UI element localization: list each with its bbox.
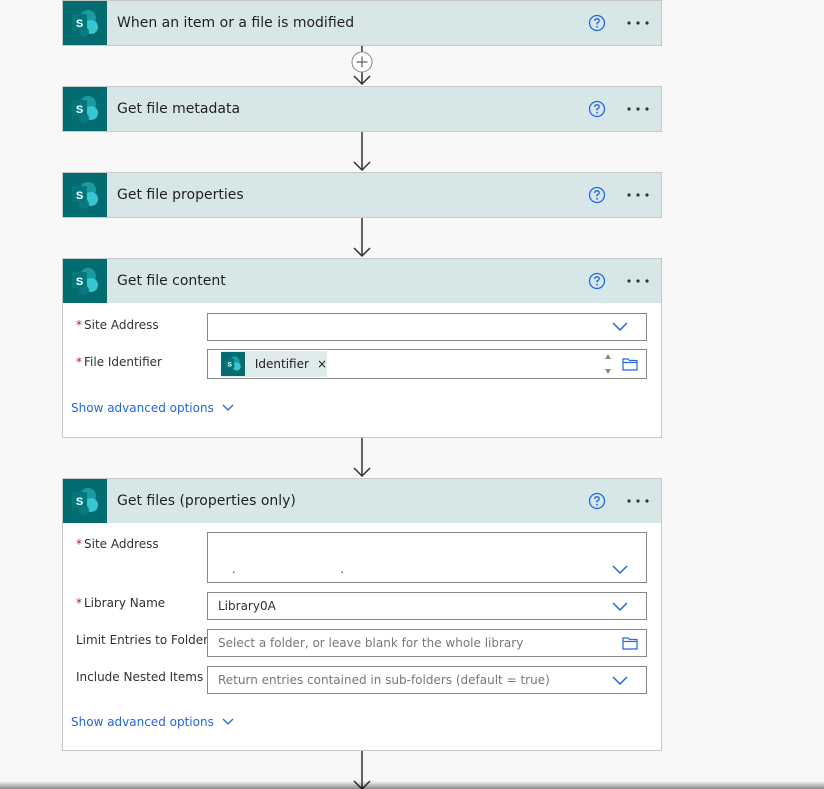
library-name-value: Library0A — [218, 599, 276, 613]
file-identifier-label: * File Identifier — [76, 355, 162, 369]
site-address-value: . . — [232, 563, 344, 576]
step-header[interactable]: S When an item or a file is modified — [63, 1, 661, 45]
step-title: Get files (properties only) — [117, 493, 296, 509]
more-options-icon[interactable] — [626, 185, 650, 205]
sharepoint-letter: S — [76, 276, 83, 288]
step-card-get-files[interactable]: S Get files (properties only) * Site Addr… — [62, 478, 662, 751]
sharepoint-letter: S — [227, 361, 232, 368]
help-icon[interactable] — [588, 272, 606, 290]
step-card-get-file-metadata[interactable]: S Get file metadata — [62, 86, 662, 132]
more-options-icon[interactable] — [626, 13, 650, 33]
step-title: Get file content — [117, 273, 226, 289]
identifier-token[interactable]: S Identifier × — [221, 351, 327, 377]
step-title: When an item or a file is modified — [117, 15, 355, 31]
chevron-down-icon[interactable] — [612, 676, 628, 686]
limit-entries-label: Limit Entries to Folder — [76, 633, 209, 647]
step-header[interactable]: S Get files (properties only) — [63, 479, 661, 523]
required-mark: * — [76, 537, 82, 551]
show-advanced-options-link[interactable]: Show advanced options — [71, 715, 234, 729]
sharepoint-icon: S — [221, 352, 245, 376]
site-address-dropdown[interactable]: . . — [207, 532, 647, 583]
help-icon[interactable] — [588, 492, 606, 510]
sharepoint-icon: S — [63, 87, 107, 131]
required-mark: * — [76, 596, 82, 610]
scroll-shadow — [0, 781, 824, 789]
file-identifier-input[interactable]: S Identifier × — [207, 349, 647, 379]
stepper-icon[interactable] — [604, 353, 612, 375]
required-mark: * — [76, 355, 82, 369]
connector-arrow — [353, 132, 371, 172]
sharepoint-icon: S — [63, 1, 107, 45]
required-mark: * — [76, 318, 82, 332]
chevron-down-icon[interactable] — [612, 322, 628, 332]
token-label: Identifier — [254, 357, 309, 371]
include-nested-dropdown[interactable]: Return entries contained in sub-folders … — [207, 666, 647, 694]
site-address-label: * Site Address — [76, 537, 159, 551]
library-name-label: * Library Name — [76, 596, 166, 610]
sharepoint-letter: S — [76, 104, 83, 116]
sharepoint-icon: S — [63, 259, 107, 303]
sharepoint-letter: S — [76, 496, 83, 508]
folder-icon[interactable] — [622, 636, 638, 650]
chevron-down-icon — [222, 718, 234, 725]
sharepoint-icon: S — [63, 479, 107, 523]
include-nested-placeholder: Return entries contained in sub-folders … — [218, 673, 550, 687]
step-header[interactable]: S Get file metadata — [63, 87, 661, 131]
step-title: Get file metadata — [117, 101, 241, 117]
connector-arrow — [353, 218, 371, 258]
show-advanced-options-link[interactable]: Show advanced options — [71, 401, 234, 415]
chevron-down-icon — [222, 404, 234, 411]
folder-icon[interactable] — [622, 357, 638, 371]
include-nested-label: Include Nested Items — [76, 670, 204, 684]
step-card-get-file-content[interactable]: S Get file content * Site Address * File I… — [62, 258, 662, 438]
sharepoint-letter: S — [76, 18, 83, 30]
remove-token-icon[interactable]: × — [317, 357, 327, 371]
step-header[interactable]: S Get file properties — [63, 173, 661, 217]
step-header[interactable]: S Get file content — [63, 259, 661, 303]
more-options-icon[interactable] — [626, 271, 650, 291]
library-name-dropdown[interactable]: Library0A — [207, 592, 647, 620]
sharepoint-letter: S — [76, 190, 83, 202]
sharepoint-icon: S — [63, 173, 107, 217]
step-card-trigger[interactable]: S When an item or a file is modified — [62, 0, 662, 46]
limit-entries-input[interactable]: Select a folder, or leave blank for the … — [207, 629, 647, 657]
help-icon[interactable] — [588, 186, 606, 204]
limit-entries-placeholder: Select a folder, or leave blank for the … — [218, 636, 524, 650]
step-card-get-file-properties[interactable]: S Get file properties — [62, 172, 662, 218]
site-address-dropdown[interactable] — [207, 313, 647, 341]
connector-arrow — [353, 438, 371, 478]
help-icon[interactable] — [588, 14, 606, 32]
more-options-icon[interactable] — [626, 99, 650, 119]
chevron-down-icon[interactable] — [612, 602, 628, 612]
chevron-down-icon[interactable] — [612, 565, 628, 575]
add-step-icon[interactable] — [350, 51, 374, 75]
step-title: Get file properties — [117, 187, 244, 203]
help-icon[interactable] — [588, 100, 606, 118]
more-options-icon[interactable] — [626, 491, 650, 511]
site-address-label: * Site Address — [76, 318, 159, 332]
